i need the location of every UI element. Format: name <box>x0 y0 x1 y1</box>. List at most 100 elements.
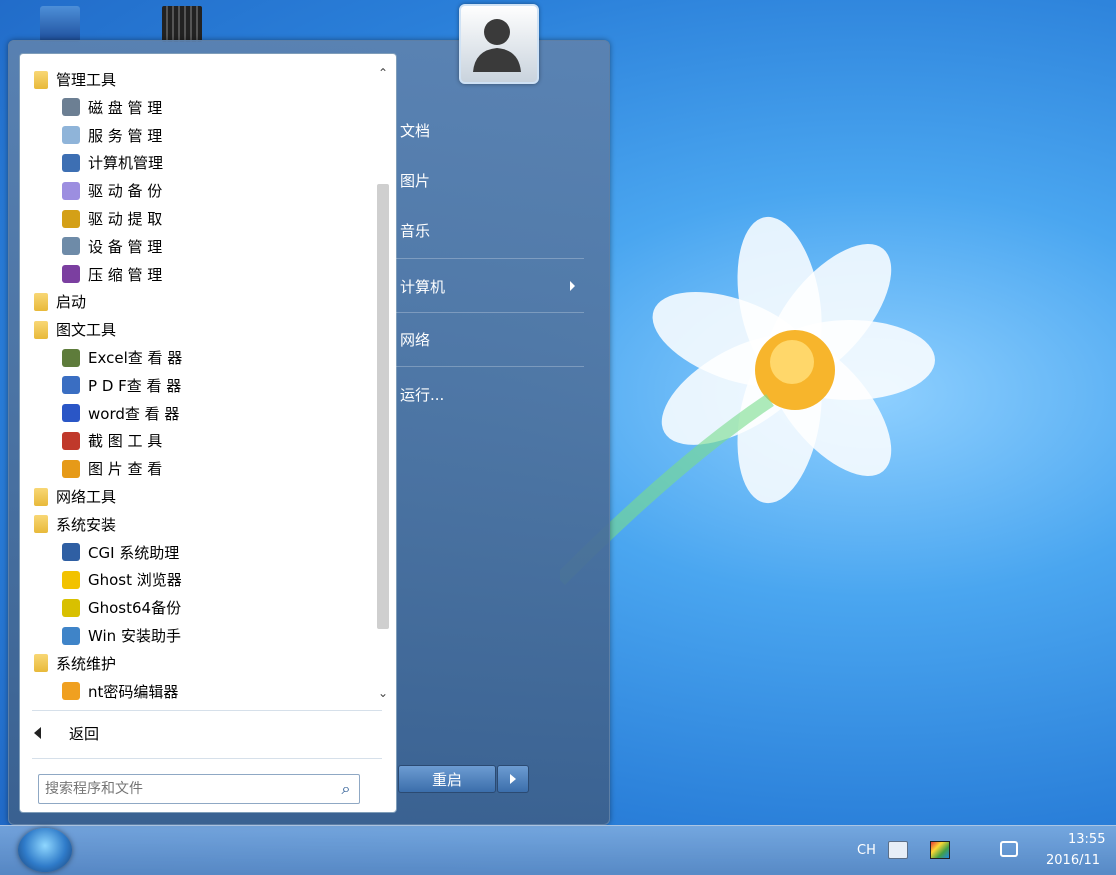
program-item[interactable]: Win 安装助手 <box>20 622 370 649</box>
start-orb-icon[interactable] <box>18 828 72 872</box>
right-item-documents[interactable]: 文档 <box>392 112 587 148</box>
search-input[interactable] <box>39 776 333 802</box>
computer-label: 计算机 <box>400 277 446 296</box>
program-item-label: P D F查 看 器 <box>88 376 182 395</box>
program-item-label: 计算机管理 <box>88 154 164 173</box>
desktop-computer-icon[interactable] <box>40 6 80 42</box>
program-item[interactable]: Ghost64备份 <box>20 594 370 621</box>
right-item-pictures[interactable]: 图片 <box>392 162 587 198</box>
program-item-label: 服 务 管 理 <box>88 126 163 145</box>
scroll-down-icon[interactable]: ⌄ <box>374 684 392 702</box>
program-item-label: 设 备 管 理 <box>88 237 163 256</box>
right-item-music[interactable]: 音乐 <box>392 212 587 248</box>
user-silhouette-icon <box>473 19 521 72</box>
device-icon <box>62 237 80 256</box>
power-options-button[interactable] <box>497 765 529 793</box>
program-item-label: 网络工具 <box>56 488 117 506</box>
back-arrow-icon <box>34 727 41 739</box>
program-item[interactable]: 系统维护 <box>20 650 370 677</box>
word-icon <box>62 404 80 423</box>
program-item[interactable]: CGI 系统助理 <box>20 539 370 566</box>
program-item[interactable]: 磁 盘 管 理 <box>20 94 370 121</box>
right-item-run[interactable]: 运行... <box>392 376 587 412</box>
program-item-label: Win 安装助手 <box>88 627 181 645</box>
program-item-label: Ghost64备份 <box>88 599 182 618</box>
program-list: 管理工具磁 盘 管 理服 务 管 理计算机管理驱 动 备 份驱 动 提 取设 备… <box>20 54 370 704</box>
program-item[interactable]: P D F查 看 器 <box>20 372 370 399</box>
program-item[interactable]: 图 片 查 看 <box>20 455 370 482</box>
program-item[interactable]: 启动 <box>20 288 370 315</box>
network-status-icon[interactable] <box>1000 841 1018 857</box>
ghost-icon <box>62 570 80 589</box>
play-arrow-icon <box>510 774 516 784</box>
submenu-arrow-icon <box>570 281 575 291</box>
program-item[interactable]: 网络工具 <box>20 483 370 510</box>
music-label: 音乐 <box>400 221 431 240</box>
program-item-label: 磁 盘 管 理 <box>88 98 163 117</box>
key-icon <box>62 682 80 701</box>
folder-icon <box>34 515 48 534</box>
program-item[interactable]: 计算机管理 <box>20 149 370 176</box>
back-button[interactable]: 返回 <box>34 718 374 748</box>
divider <box>32 758 382 759</box>
computer-icon <box>62 153 80 172</box>
disk-icon <box>62 98 80 117</box>
user-avatar[interactable] <box>459 4 539 84</box>
win-install-icon <box>62 626 80 645</box>
scroll-thumb[interactable] <box>377 184 389 629</box>
program-item[interactable]: Ghost 浏览器 <box>20 566 370 593</box>
program-item-label: 管理工具 <box>56 71 117 89</box>
folder-icon <box>34 487 48 506</box>
program-item[interactable]: 截 图 工 具 <box>20 427 370 454</box>
program-item-label: 驱 动 提 取 <box>88 210 163 228</box>
driver-extract-icon <box>62 209 80 228</box>
language-indicator[interactable]: CH <box>857 843 876 858</box>
program-item[interactable]: 驱 动 提 取 <box>20 205 370 232</box>
folder-icon <box>34 70 48 89</box>
program-item-label: Ghost 浏览器 <box>88 571 182 590</box>
search-box: ⌕ <box>38 774 360 804</box>
driver-backup-icon <box>62 181 80 200</box>
right-divider <box>394 312 584 313</box>
program-item-label: 启动 <box>56 293 87 312</box>
program-item[interactable]: 服 务 管 理 <box>20 122 370 149</box>
folder-icon <box>34 320 48 339</box>
program-item-label: 驱 动 备 份 <box>88 182 163 201</box>
divider <box>32 710 382 711</box>
start-menu: 管理工具磁 盘 管 理服 务 管 理计算机管理驱 动 备 份驱 动 提 取设 备… <box>8 40 610 825</box>
program-scrollbar[interactable]: ⌃ ⌄ <box>374 64 392 704</box>
program-item-label: Excel查 看 器 <box>88 349 183 367</box>
clock-time[interactable]: 13:55 <box>1068 832 1105 847</box>
program-item-label: 图 片 查 看 <box>88 460 163 479</box>
program-item[interactable]: 图文工具 <box>20 316 370 343</box>
program-item-label: 系统维护 <box>56 654 117 673</box>
excel-icon <box>62 348 80 367</box>
back-label: 返回 <box>69 724 100 743</box>
program-item-label: 图文工具 <box>56 321 117 340</box>
program-item-label: 截 图 工 具 <box>88 432 163 451</box>
run-label: 运行... <box>400 385 445 404</box>
program-item[interactable]: 压 缩 管 理 <box>20 261 370 288</box>
clock-date[interactable]: 2016/11 <box>1046 853 1100 868</box>
right-item-network[interactable]: 网络 <box>392 321 587 357</box>
program-item[interactable]: 系统安装 <box>20 511 370 538</box>
restart-button[interactable]: 重启 <box>398 765 496 793</box>
program-item[interactable]: 设 备 管 理 <box>20 233 370 260</box>
program-item[interactable]: Excel查 看 器 <box>20 344 370 371</box>
program-item[interactable]: 管理工具 <box>20 66 370 93</box>
search-icon[interactable]: ⌕ <box>333 779 359 799</box>
scroll-up-icon[interactable]: ⌃ <box>374 64 392 82</box>
display-icon[interactable] <box>930 841 950 859</box>
program-item[interactable]: nt密码编辑器 <box>20 678 370 704</box>
desktop-drive-icon[interactable] <box>162 6 202 42</box>
network-label: 网络 <box>400 330 431 349</box>
screenshot-icon <box>62 431 80 450</box>
cgi-icon <box>62 543 80 562</box>
image-viewer-icon <box>62 459 80 478</box>
program-item-label: CGI 系统助理 <box>88 543 180 562</box>
gear-icon <box>62 126 80 145</box>
program-item[interactable]: word查 看 器 <box>20 400 370 427</box>
keyboard-icon[interactable] <box>888 841 908 859</box>
program-item[interactable]: 驱 动 备 份 <box>20 177 370 204</box>
right-item-computer[interactable]: 计算机 <box>392 268 587 304</box>
